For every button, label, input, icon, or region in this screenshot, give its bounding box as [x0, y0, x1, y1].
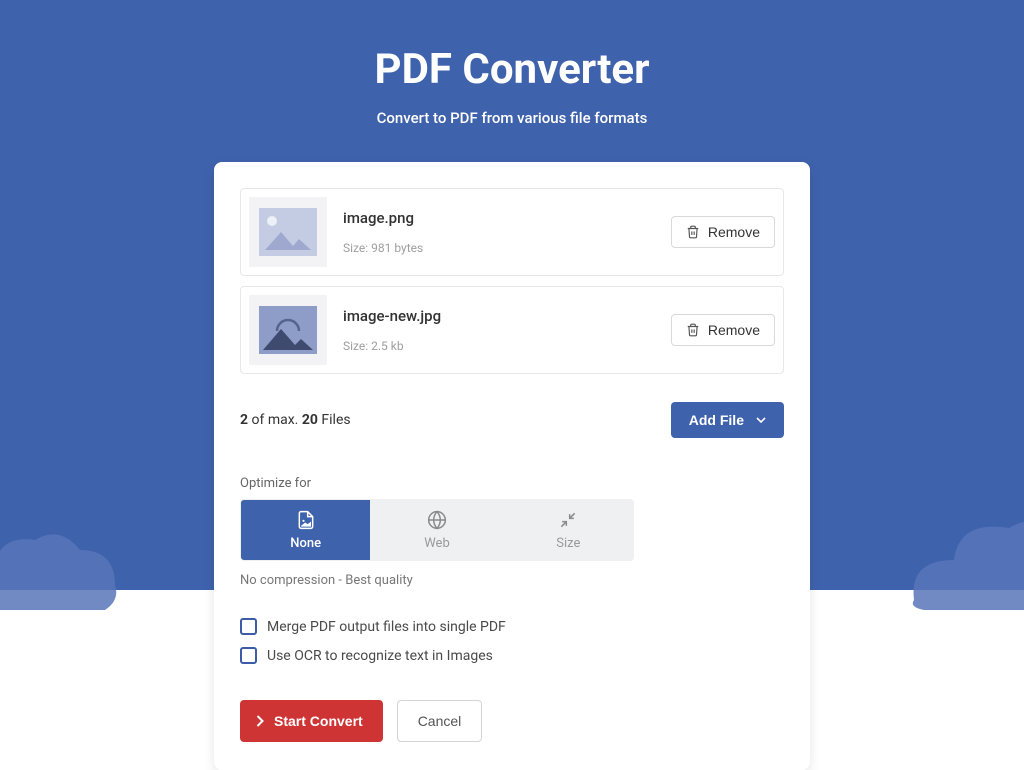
trash-icon: [686, 225, 700, 239]
add-file-label: Add File: [689, 412, 744, 428]
file-thumbnail: [249, 197, 327, 267]
file-row: image.png Size: 981 bytes Remove: [240, 188, 784, 276]
decorative-cloud-left: [0, 500, 140, 620]
checkbox-ocr[interactable]: Use OCR to recognize text in Images: [240, 647, 784, 664]
trash-icon: [686, 323, 700, 337]
cancel-button[interactable]: Cancel: [397, 700, 483, 742]
remove-button-label: Remove: [708, 322, 760, 338]
remove-button-label: Remove: [708, 224, 760, 240]
optimize-description: No compression - Best quality: [240, 573, 784, 588]
file-size: Size: 2.5 kb: [343, 339, 671, 353]
file-size: Size: 981 bytes: [343, 241, 671, 255]
file-name: image.png: [343, 209, 671, 227]
start-convert-label: Start Convert: [274, 713, 363, 729]
optimize-tab-none[interactable]: None: [240, 499, 371, 561]
checkbox-box: [240, 618, 257, 635]
file-count-text: 2 of max. 20 Files: [240, 412, 351, 428]
file-name: image-new.jpg: [343, 307, 671, 325]
compress-icon: [558, 510, 578, 530]
optimize-tab-web[interactable]: Web: [371, 499, 502, 561]
chevron-right-icon: [256, 715, 264, 727]
checkbox-label: Merge PDF output files into single PDF: [267, 619, 506, 635]
document-icon: [296, 510, 316, 530]
optimize-tab-size[interactable]: Size: [503, 499, 634, 561]
globe-icon: [427, 510, 447, 530]
chevron-down-icon: [756, 417, 766, 423]
converter-card: image.png Size: 981 bytes Remove image-n…: [214, 162, 810, 770]
optimize-label: Optimize for: [240, 476, 784, 491]
remove-button[interactable]: Remove: [671, 314, 775, 346]
decorative-cloud-right: [884, 480, 1024, 620]
checkbox-box: [240, 647, 257, 664]
checkbox-label: Use OCR to recognize text in Images: [267, 648, 493, 664]
optimize-tab-label: Size: [556, 536, 580, 551]
add-file-button[interactable]: Add File: [671, 402, 784, 438]
remove-button[interactable]: Remove: [671, 216, 775, 248]
cancel-label: Cancel: [418, 713, 462, 729]
optimize-tab-label: Web: [424, 536, 450, 551]
optimize-tab-label: None: [290, 536, 321, 551]
optimize-tabs: None Web Size: [240, 499, 634, 561]
start-convert-button[interactable]: Start Convert: [240, 700, 383, 742]
checkbox-merge[interactable]: Merge PDF output files into single PDF: [240, 618, 784, 635]
page-title: PDF Converter: [0, 45, 1024, 94]
file-row: image-new.jpg Size: 2.5 kb Remove: [240, 286, 784, 374]
page-subtitle: Convert to PDF from various file formats: [0, 109, 1024, 127]
file-thumbnail: [249, 295, 327, 365]
